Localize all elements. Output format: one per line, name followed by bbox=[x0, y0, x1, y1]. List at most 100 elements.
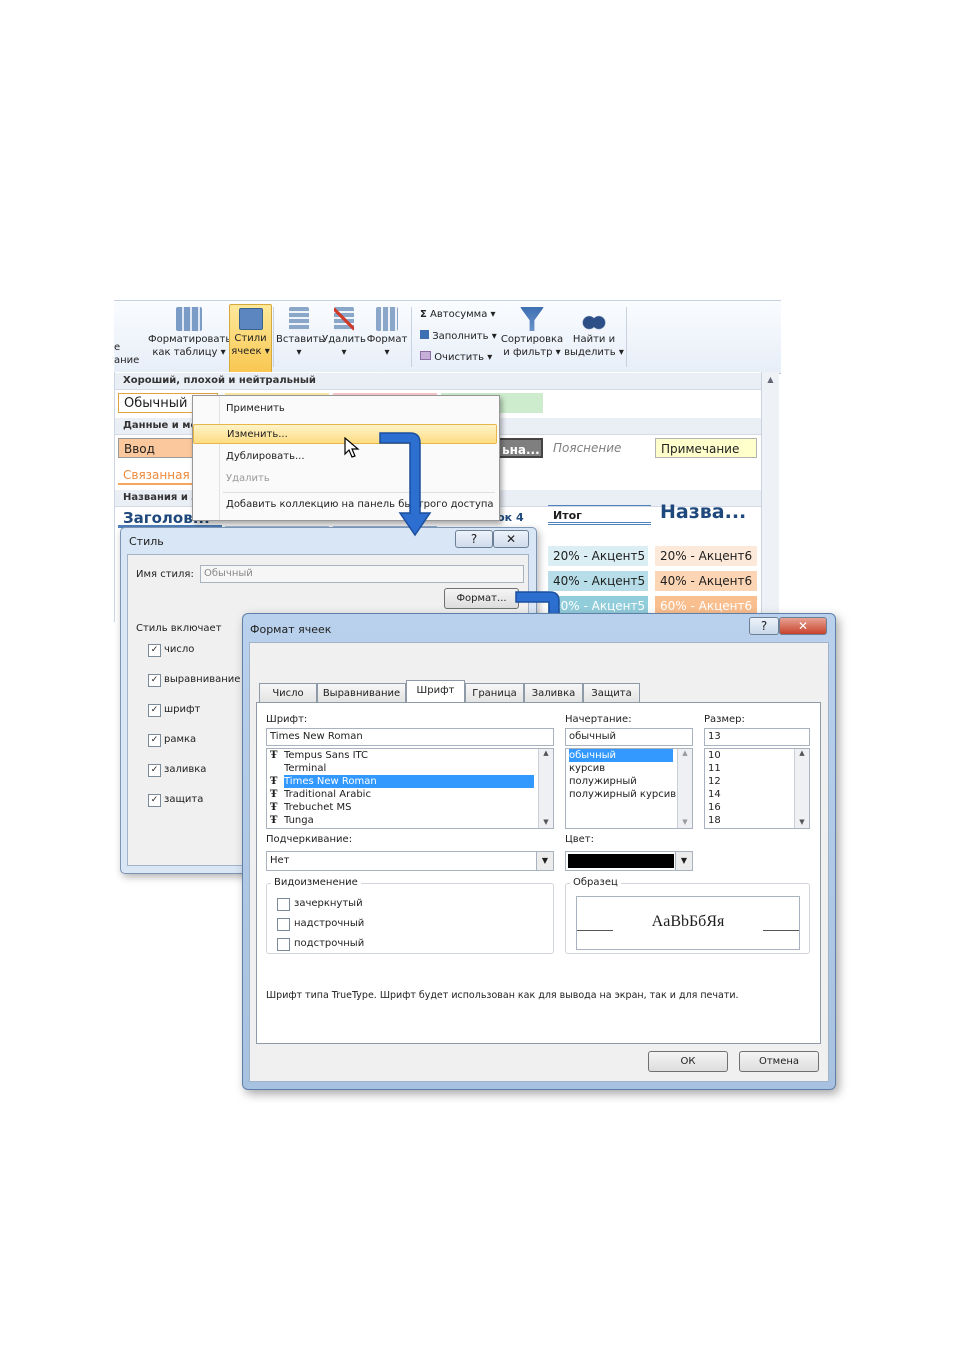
autosum-button[interactable]: Σ Автосумма ▾ bbox=[420, 309, 496, 320]
style-includes-label: Стиль включает bbox=[136, 623, 222, 634]
clear-button[interactable]: Очистить ▾ bbox=[420, 351, 492, 363]
checkbox-alignment[interactable]: ✓ bbox=[148, 674, 161, 687]
truetype-icon: Ŧ bbox=[270, 750, 278, 761]
question-icon: ? bbox=[760, 619, 768, 633]
ok-button[interactable]: ОК bbox=[648, 1051, 728, 1072]
font-list-scrollbar[interactable]: ▲ ▼ bbox=[538, 749, 553, 828]
style-total[interactable]: Итог bbox=[548, 505, 651, 525]
fill-down-icon bbox=[420, 330, 429, 339]
scroll-up-icon[interactable]: ▲ bbox=[678, 749, 692, 757]
tab-alignment[interactable]: Выравнивание bbox=[317, 683, 406, 702]
close-button[interactable]: ✕ bbox=[493, 530, 529, 548]
checkbox-superscript[interactable] bbox=[277, 918, 290, 931]
ribbon-separator bbox=[411, 307, 412, 367]
font-item-times[interactable]: Ŧ Times New Roman bbox=[267, 775, 537, 788]
style-item-regular[interactable]: обычный bbox=[566, 749, 676, 762]
tab-font[interactable]: Шрифт bbox=[406, 680, 465, 703]
sample-text: AaBbБбЯя bbox=[651, 913, 725, 930]
delete-cells-icon bbox=[334, 307, 354, 331]
checkbox-strikethrough-label: зачеркнутый bbox=[294, 898, 363, 909]
help-button[interactable]: ? bbox=[455, 530, 493, 548]
font-name-field[interactable]: Times New Roman bbox=[266, 728, 554, 746]
close-button[interactable]: ✕ bbox=[779, 617, 827, 635]
style-title[interactable]: Назва... bbox=[655, 498, 759, 526]
tab-border[interactable]: Граница bbox=[465, 683, 524, 702]
ribbon-separator bbox=[626, 307, 627, 367]
font-style-list[interactable]: обычный курсив полужирный полужирный кур… bbox=[565, 748, 693, 829]
cell-styles-button[interactable]: Стили ячеек ▾ bbox=[229, 304, 272, 375]
checkbox-font[interactable]: ✓ bbox=[148, 704, 161, 717]
size-label: Размер: bbox=[704, 714, 745, 725]
style-item-bold-italic[interactable]: полужирный курсив bbox=[566, 788, 692, 801]
gallery-scrollbar[interactable]: ▲ bbox=[761, 372, 779, 620]
style-check-cell[interactable]: ьна... bbox=[495, 438, 543, 458]
checkbox-number[interactable]: ✓ bbox=[148, 644, 161, 657]
style-label: Начертание: bbox=[565, 714, 632, 725]
effects-label: Видоизменение bbox=[271, 877, 361, 888]
font-size-list[interactable]: 10 11 12 14 16 18 ▲ ▼ bbox=[704, 748, 810, 829]
tab-fill[interactable]: Заливка bbox=[524, 683, 583, 702]
tab-number[interactable]: Число bbox=[259, 683, 317, 702]
style-dialog-title: Стиль bbox=[129, 535, 164, 548]
blue-arrow-to-style-dialog bbox=[379, 432, 432, 537]
style-20-accent6[interactable]: 20% - Акцент6 bbox=[655, 546, 757, 566]
format-as-table-button[interactable]: Форматировать как таблицу ▾ bbox=[148, 307, 231, 359]
format-dialog-title: Формат ячеек bbox=[250, 623, 332, 636]
style-item-italic[interactable]: курсив bbox=[566, 762, 692, 775]
scroll-down-icon[interactable]: ▼ bbox=[678, 818, 692, 826]
delete-button[interactable]: Удалить ▾ bbox=[322, 307, 366, 359]
font-size-field[interactable]: 13 bbox=[704, 728, 810, 746]
chevron-down-icon[interactable]: ▼ bbox=[675, 852, 692, 870]
insert-button[interactable]: Вставить ▾ bbox=[276, 307, 324, 359]
ribbon-cut-button[interactable]: е ание bbox=[114, 341, 139, 367]
scroll-down-icon[interactable]: ▼ bbox=[795, 818, 809, 826]
font-item-trebuchet[interactable]: Ŧ Trebuchet MS bbox=[267, 801, 553, 814]
style-explanation[interactable]: Пояснение bbox=[548, 438, 648, 458]
scroll-up-icon[interactable]: ▲ bbox=[762, 375, 779, 384]
format-button[interactable]: Формат ▾ bbox=[366, 307, 408, 359]
cancel-button[interactable]: Отмена bbox=[739, 1051, 819, 1072]
style-item-bold[interactable]: полужирный bbox=[566, 775, 692, 788]
checkbox-subscript[interactable] bbox=[277, 938, 290, 951]
sample-label: Образец bbox=[570, 877, 621, 888]
sort-filter-button[interactable]: Сортировка и фильтр ▾ bbox=[500, 307, 564, 359]
truetype-icon: Ŧ bbox=[270, 802, 278, 813]
color-swatch bbox=[568, 854, 674, 868]
chevron-down-icon[interactable]: ▼ bbox=[536, 852, 553, 870]
color-combo[interactable]: ▼ bbox=[565, 851, 693, 871]
checkbox-fill[interactable]: ✓ bbox=[148, 764, 161, 777]
scroll-up-icon[interactable]: ▲ bbox=[539, 749, 553, 757]
mouse-cursor-icon bbox=[344, 437, 360, 458]
cell-styles-icon bbox=[238, 308, 263, 330]
style-note[interactable]: Примечание bbox=[655, 438, 757, 458]
fill-button[interactable]: Заполнить ▾ bbox=[420, 330, 497, 342]
checkbox-protection[interactable]: ✓ bbox=[148, 794, 161, 807]
checkbox-border[interactable]: ✓ bbox=[148, 734, 161, 747]
style-list-scrollbar[interactable]: ▲ ▼ bbox=[677, 749, 692, 828]
format-cells-icon bbox=[376, 307, 398, 331]
font-item-traditional-arabic[interactable]: Ŧ Traditional Arabic bbox=[267, 788, 553, 801]
scroll-up-icon[interactable]: ▲ bbox=[795, 749, 809, 757]
font-item-tempus[interactable]: Ŧ Tempus Sans ITC bbox=[267, 749, 553, 762]
style-40-accent6[interactable]: 40% - Акцент6 bbox=[655, 571, 757, 591]
find-select-button[interactable]: Найти и выделить ▾ bbox=[564, 307, 624, 359]
font-style-field[interactable]: обычный bbox=[565, 728, 693, 746]
underline-combo[interactable]: Нет ▼ bbox=[266, 851, 554, 871]
binoculars-icon bbox=[582, 307, 606, 331]
font-item-terminal[interactable]: Terminal bbox=[267, 762, 553, 775]
checkbox-font-label: шрифт bbox=[164, 704, 201, 715]
menu-item-delete: Удалить bbox=[226, 473, 270, 484]
scroll-down-icon[interactable]: ▼ bbox=[539, 818, 553, 826]
menu-item-add-to-qat[interactable]: Добавить коллекцию на панель быстрого до… bbox=[193, 495, 497, 515]
size-list-scrollbar[interactable]: ▲ ▼ bbox=[794, 749, 809, 828]
style-name-field[interactable]: Обычный bbox=[200, 565, 524, 583]
font-item-tunga[interactable]: Ŧ Tunga bbox=[267, 814, 553, 827]
format-button[interactable]: Формат... bbox=[444, 588, 519, 609]
font-list[interactable]: Ŧ Tempus Sans ITC Terminal Ŧ Times New Rom… bbox=[266, 748, 554, 829]
menu-item-apply[interactable]: Применить bbox=[193, 399, 497, 419]
checkbox-strikethrough[interactable] bbox=[277, 898, 290, 911]
help-button[interactable]: ? bbox=[749, 617, 779, 635]
menu-divider bbox=[223, 492, 495, 493]
style-20-accent5[interactable]: 20% - Акцент5 bbox=[548, 546, 648, 566]
tab-protection[interactable]: Защита bbox=[583, 683, 640, 702]
